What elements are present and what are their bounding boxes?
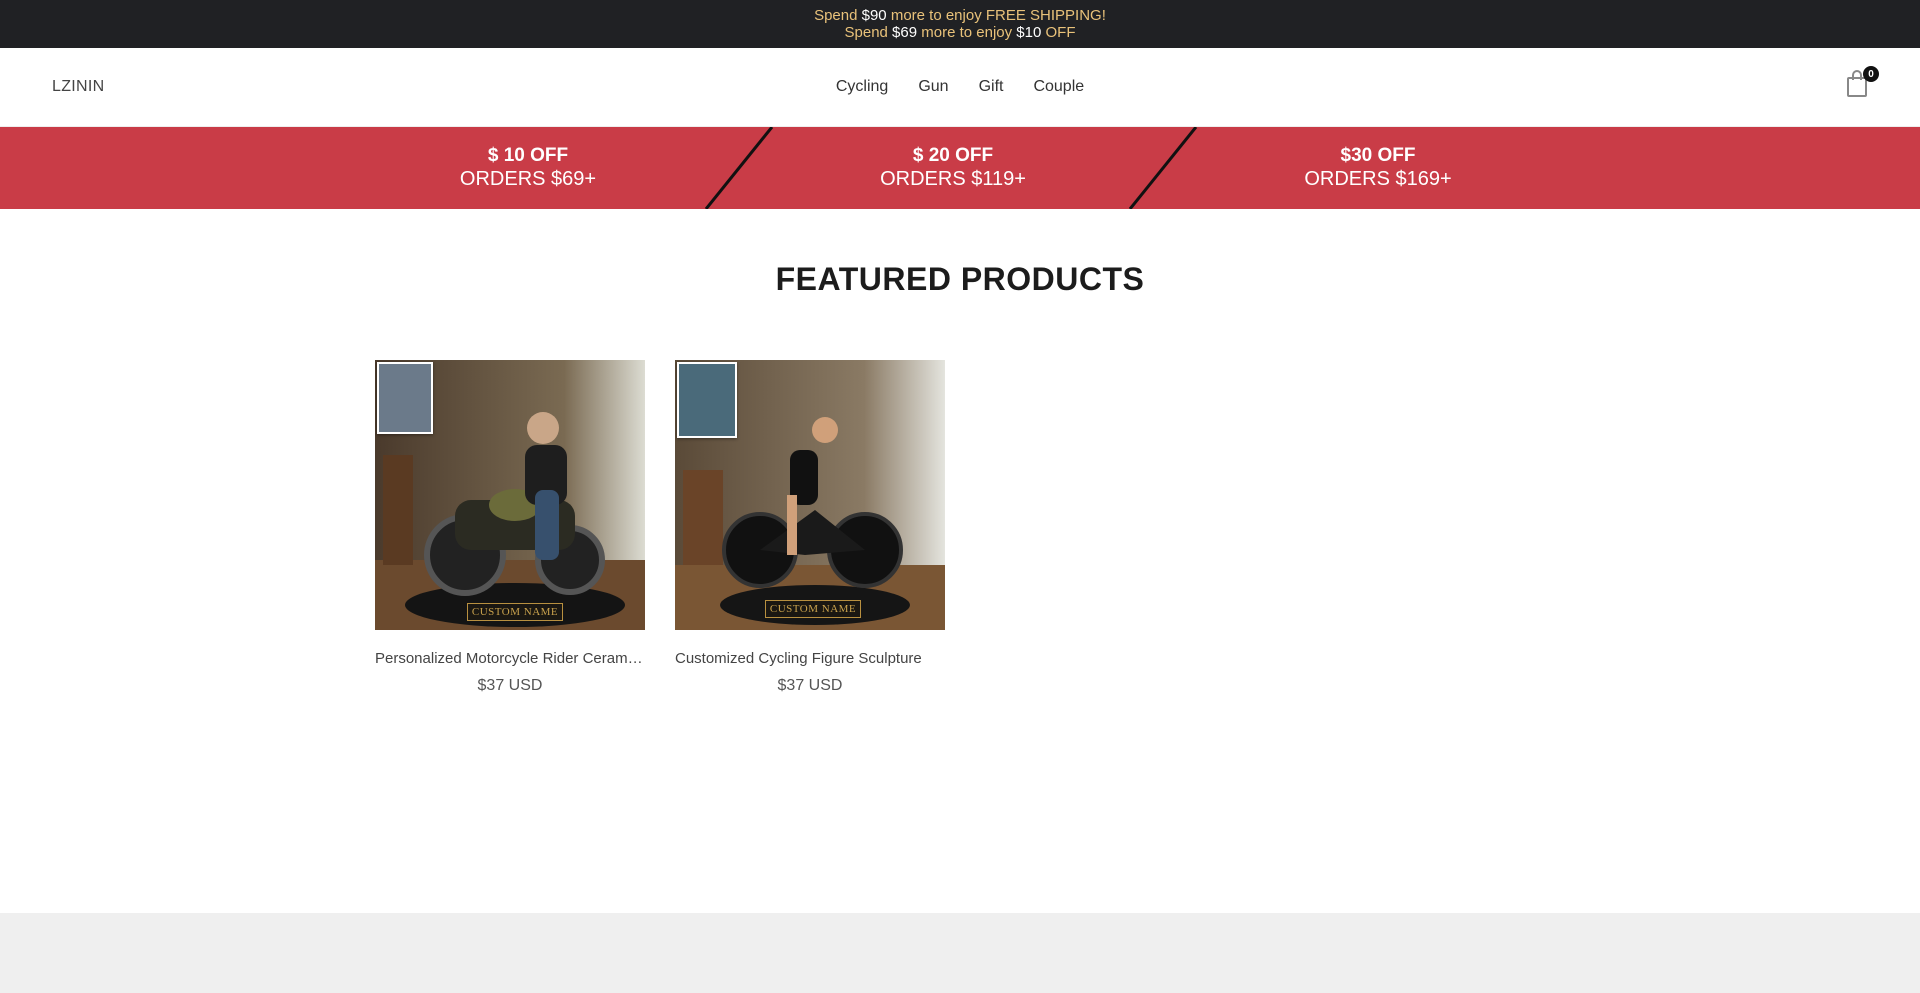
custom-name-plaque: CUSTOM NAME [765, 600, 861, 618]
custom-name-plaque: CUSTOM NAME [467, 603, 563, 621]
promo-title: $ 10 OFF [487, 145, 569, 166]
menu-item-gun[interactable]: Gun [918, 78, 948, 96]
shopping-bag-body [1847, 77, 1867, 97]
promo-subtitle: ORDERS $169+ [1304, 168, 1452, 190]
site-header: LZININ Cycling Gun Gift Couple 0 [0, 48, 1920, 127]
product-price: $37 USD [777, 677, 843, 694]
promo-title: $ 20 OFF [912, 145, 994, 166]
cart-button[interactable]: 0 [1845, 66, 1879, 98]
announcement-line-1: Spend $90 more to enjoy FREE SHIPPING! [814, 7, 1106, 24]
announcement-amount: $69 [892, 24, 918, 41]
product-image-motorcycle-rider[interactable]: CUSTOM NAME [375, 360, 645, 630]
product-title[interactable]: Customized Cycling Figure Sculpture [675, 650, 943, 667]
promo-tier-1: $ 10 OFF ORDERS $69+ [378, 127, 678, 209]
promo-banner: $ 10 OFF ORDERS $69+ $ 20 OFF ORDERS $11… [0, 127, 1920, 209]
product-grid: CUSTOM NAME Personalized Motorcycle Ride… [375, 360, 945, 695]
menu-item-couple[interactable]: Couple [1033, 78, 1084, 96]
promo-title: $30 OFF [1340, 145, 1416, 166]
product-card[interactable]: CUSTOM NAME Customized Cycling Figure Sc… [675, 360, 945, 695]
promo-subtitle: ORDERS $119+ [880, 168, 1026, 190]
menu-item-cycling[interactable]: Cycling [836, 78, 888, 96]
footer [0, 913, 1920, 993]
announcement-discount: $10 [1016, 24, 1042, 41]
section-heading: FEATURED PRODUCTS [775, 261, 1145, 297]
announcement-text: more to enjoy FREE SHIPPING! [886, 7, 1106, 24]
thumbnail-photo [677, 362, 737, 438]
announcement-text: Spend [814, 7, 862, 24]
announcement-bar: Spend $90 more to enjoy FREE SHIPPING! S… [0, 0, 1920, 48]
thumbnail-photo [377, 362, 433, 434]
announcement-amount: $90 [861, 7, 887, 24]
announcement-text: OFF [1041, 24, 1076, 41]
product-card[interactable]: CUSTOM NAME Personalized Motorcycle Ride… [375, 360, 645, 695]
promo-subtitle: ORDERS $69+ [459, 168, 597, 190]
announcement-text: more to enjoy [917, 24, 1017, 41]
product-title[interactable]: Personalized Motorcycle Rider Ceramic Fi… [375, 650, 643, 667]
product-price: $37 USD [477, 677, 543, 694]
featured-section: FEATURED PRODUCTS [0, 209, 1920, 298]
product-image-cycling-figure[interactable]: CUSTOM NAME [675, 360, 945, 630]
announcement-text: Spend [844, 24, 893, 41]
main-menu: Cycling Gun Gift Couple [0, 78, 1920, 96]
cart-count-badge: 0 [1863, 66, 1879, 82]
promo-tier-2: $ 20 OFF ORDERS $119+ [803, 127, 1103, 209]
menu-item-gift[interactable]: Gift [979, 78, 1004, 96]
promo-tier-3: $30 OFF ORDERS $169+ [1228, 127, 1528, 209]
announcement-line-2: Spend $69 more to enjoy $10 OFF [845, 24, 1076, 41]
